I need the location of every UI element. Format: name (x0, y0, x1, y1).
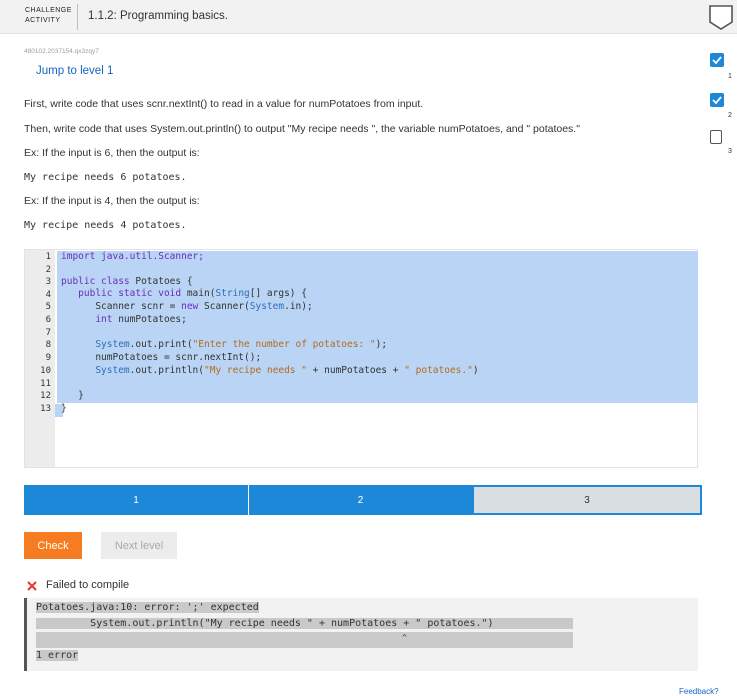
feedback-link[interactable]: Feedback? (679, 687, 719, 696)
check-button[interactable]: Check (24, 532, 82, 559)
text-selection (57, 251, 698, 403)
line-number: 5 (45, 302, 51, 312)
example-2-label: Ex: If the input is 4, then the output i… (24, 195, 200, 207)
compiler-output: Potatoes.java:10: error: ';' expected Sy… (24, 598, 698, 671)
instruction-line-2: Then, write code that uses System.out.pr… (24, 123, 580, 135)
line-number: 3 (45, 277, 51, 287)
code-line-8: System.out.print("Enter the number of po… (61, 339, 388, 350)
line-number-gutter: 1 2 3 4 5 6 7 8 9 10 11 12 13 (25, 250, 55, 467)
line-number: 1 (45, 252, 51, 262)
level-3-tab[interactable]: 3 (472, 485, 702, 515)
level-2-complete-check-icon (710, 93, 724, 107)
level-1-complete-check-icon (710, 53, 724, 67)
activity-id: 480102.2037154.qx3zqy7 (24, 48, 99, 55)
code-line-1: import java.util.Scanner; (61, 251, 204, 262)
next-level-button[interactable]: Next level (101, 532, 177, 559)
level-selector: 1 2 3 (24, 485, 702, 515)
challenge-activity-label: CHALLENGE ACTIVITY (25, 7, 72, 24)
level-3-number: 3 (728, 148, 732, 155)
example-1-output: My recipe needs 6 potatoes. (24, 172, 187, 183)
line-number: 12 (40, 391, 51, 401)
line-number: 7 (45, 328, 51, 338)
level-2-number: 2 (728, 112, 732, 119)
line-number: 13 (40, 404, 51, 414)
code-line-9: numPotatoes = scnr.nextInt(); (61, 352, 262, 363)
code-line-12: } (61, 390, 84, 401)
activity-title: 1.1.2: Programming basics. (88, 10, 228, 22)
line-number: 8 (45, 340, 51, 350)
level-1-tab[interactable]: 1 (24, 485, 248, 515)
example-2-output: My recipe needs 4 potatoes. (24, 220, 187, 231)
compile-status: Failed to compile (46, 579, 130, 591)
code-editor[interactable]: 1 2 3 4 5 6 7 8 9 10 11 12 13 import jav… (24, 249, 698, 468)
header-divider (77, 4, 78, 30)
jump-to-level-link[interactable]: Jump to level 1 (36, 65, 113, 77)
shield-icon (709, 5, 733, 30)
code-line-4: public static void main(String[] args) { (61, 288, 307, 299)
level-1-number: 1 (728, 73, 732, 80)
error-x-icon (27, 581, 37, 591)
activity-header: CHALLENGE ACTIVITY 1.1.2: Programming ba… (0, 0, 737, 34)
output-line: Potatoes.java:10: error: ';' expected (36, 602, 259, 613)
line-number: 4 (45, 290, 51, 300)
code-line-10: System.out.println("My recipe needs " + … (61, 365, 479, 376)
code-line-6: int numPotatoes; (61, 314, 187, 325)
line-number: 2 (45, 265, 51, 275)
instruction-line-1: First, write code that uses scnr.nextInt… (24, 98, 424, 110)
line-number: 10 (40, 366, 51, 376)
line-number: 9 (45, 353, 51, 363)
level-3-incomplete-icon (710, 130, 722, 144)
output-line: 1 error (36, 650, 79, 661)
line-number: 6 (45, 315, 51, 325)
code-line-13: } (61, 403, 67, 414)
code-line-5: Scanner scnr = new Scanner(System.in); (61, 301, 313, 312)
output-line: System.out.println("My recipe needs " + … (36, 618, 573, 629)
example-1-label: Ex: If the input is 6, then the output i… (24, 147, 200, 159)
line-number: 11 (40, 379, 51, 389)
output-line: ^ (36, 632, 573, 648)
code-line-3: public class Potatoes { (61, 276, 193, 287)
level-2-tab[interactable]: 2 (249, 485, 472, 515)
